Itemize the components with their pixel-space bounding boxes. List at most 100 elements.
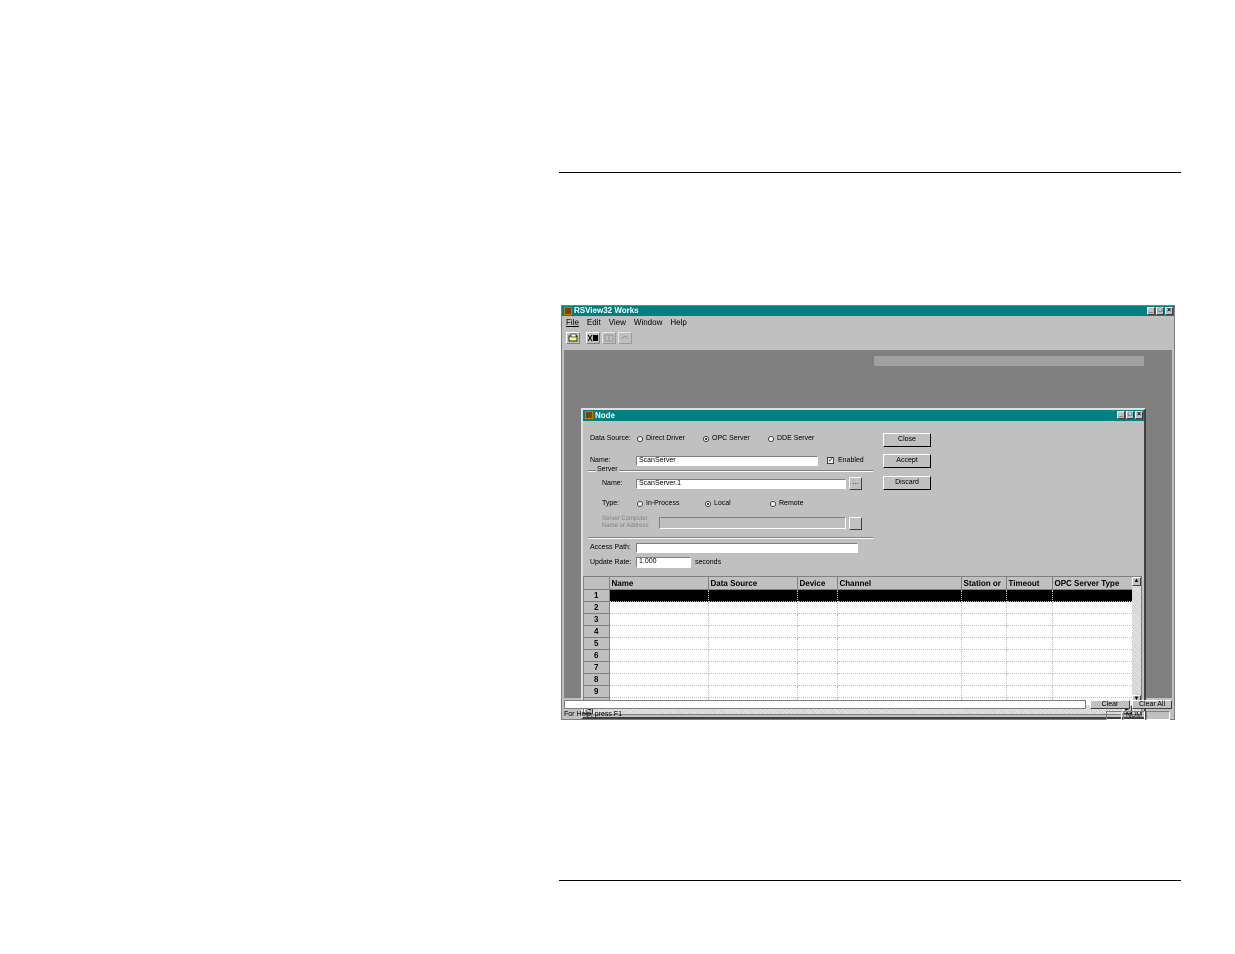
node-title-bar[interactable]: Node _ □ × <box>583 410 1144 421</box>
row-number[interactable]: 6 <box>584 649 610 662</box>
table-row[interactable]: 2 <box>584 601 1138 614</box>
table-row[interactable]: 7 <box>584 661 1138 674</box>
dde-server-label: DDE Server <box>777 435 815 442</box>
close-button[interactable]: Close <box>883 433 931 447</box>
row-number[interactable]: 5 <box>584 637 610 650</box>
main-window-title: RSView32 Works <box>574 306 639 315</box>
node-window: Node _ □ × Data Source: Direct Driver OP… <box>581 408 1146 719</box>
type-label: Type: <box>602 500 620 507</box>
radio-dde-server[interactable] <box>768 436 774 442</box>
server-computer-label-2: Name or Address: <box>602 523 651 529</box>
node-icon <box>585 411 593 419</box>
column-header-device[interactable]: Device <box>797 577 838 590</box>
undo-tool-icon[interactable] <box>618 332 632 344</box>
server-computer-field[interactable] <box>659 517 846 529</box>
enabled-checkbox[interactable]: ✓ <box>827 457 834 464</box>
server-group-top <box>588 470 873 472</box>
app-icon <box>564 307 572 315</box>
row-number[interactable]: 7 <box>584 661 610 674</box>
table-row[interactable]: 9 <box>584 685 1138 698</box>
status-panel-num: NUM <box>1123 711 1145 720</box>
column-header-name[interactable]: Name <box>609 577 709 590</box>
radio-opc-server[interactable] <box>703 436 709 442</box>
menu-bar: File Edit View Window Help <box>566 318 687 327</box>
table-row[interactable]: 8 <box>584 673 1138 686</box>
remote-label: Remote <box>779 500 804 507</box>
discard-button[interactable]: Discard <box>883 476 931 490</box>
status-text: For Help, press F1 <box>564 711 622 718</box>
server-computer-label-1: Server Computer <box>602 516 648 522</box>
radio-remote[interactable] <box>770 501 776 507</box>
update-rate-label: Update Rate: <box>590 559 632 566</box>
row-number[interactable]: 1 <box>584 589 610 602</box>
server-name-browse-button[interactable]: ... <box>849 477 862 490</box>
menu-file[interactable]: File <box>566 318 579 327</box>
minimize-icon[interactable]: _ <box>1147 307 1155 315</box>
top-rule <box>559 172 1181 173</box>
status-panel-1 <box>1106 711 1122 720</box>
grid-tool-icon[interactable] <box>602 332 616 344</box>
row-number[interactable]: 3 <box>584 613 610 626</box>
row-number[interactable]: 4 <box>584 625 610 638</box>
bottom-rule <box>559 880 1181 881</box>
grid-header-row: Name Data Source Device Channel Station … <box>584 577 1138 590</box>
rsview-main-window: RSView32 Works _ □ × File Edit View Wind… <box>561 305 1175 720</box>
main-title-bar[interactable]: RSView32 Works _ □ × <box>562 306 1174 316</box>
node-grid: Name Data Source Device Channel Station … <box>583 576 1142 715</box>
server-group-label: Server <box>596 466 619 473</box>
update-rate-field[interactable]: 1.000 <box>636 557 691 568</box>
grid-vertical-scrollbar[interactable]: ▲ ▼ <box>1132 577 1141 704</box>
row-number[interactable]: 9 <box>584 685 610 698</box>
accept-button[interactable]: Accept <box>883 454 931 468</box>
radio-in-process[interactable] <box>637 501 643 507</box>
name-label: Name: <box>590 457 611 464</box>
access-path-field[interactable] <box>636 543 858 553</box>
table-row[interactable]: 6 <box>584 649 1138 662</box>
grid-corner[interactable] <box>584 577 610 590</box>
toolbar <box>566 332 632 344</box>
opc-server-label: OPC Server <box>712 435 750 442</box>
node-minimize-icon[interactable]: _ <box>1117 411 1125 419</box>
menu-window[interactable]: Window <box>634 318 662 327</box>
clear-button[interactable]: Clear <box>1090 700 1130 709</box>
radio-local[interactable] <box>705 501 711 507</box>
server-computer-browse-button[interactable] <box>849 517 862 530</box>
server-name-label: Name: <box>602 480 623 487</box>
node-maximize-icon[interactable]: □ <box>1126 411 1134 419</box>
table-row[interactable]: 1 <box>584 589 1138 602</box>
in-process-label: In-Process <box>646 500 680 507</box>
menu-edit[interactable]: Edit <box>587 318 601 327</box>
node-title: Node <box>595 411 615 420</box>
status-panel-3 <box>1146 711 1170 720</box>
activity-bar-field <box>564 700 1086 709</box>
data-source-label: Data Source: <box>590 435 631 442</box>
enabled-label: Enabled <box>838 457 864 464</box>
column-header-timeout[interactable]: Timeout <box>1006 577 1053 590</box>
table-row[interactable]: 3 <box>584 613 1138 626</box>
column-header-opc-server-type[interactable]: OPC Server Type <box>1052 577 1138 590</box>
background-project-window[interactable] <box>874 356 1144 366</box>
menu-help[interactable]: Help <box>670 318 686 327</box>
radio-direct-driver[interactable] <box>637 436 643 442</box>
open-folder-icon[interactable] <box>566 332 580 344</box>
access-path-label: Access Path: <box>590 544 631 551</box>
row-number[interactable]: 8 <box>584 673 610 686</box>
update-rate-unit: seconds <box>695 559 722 566</box>
column-header-channel[interactable]: Channel <box>837 577 962 590</box>
close-icon[interactable]: × <box>1165 307 1173 315</box>
server-name-field[interactable]: ScanServer.1 <box>636 479 846 489</box>
node-close-icon[interactable]: × <box>1135 411 1143 419</box>
table-row[interactable]: 4 <box>584 625 1138 638</box>
clear-all-button[interactable]: Clear All <box>1132 700 1172 709</box>
row-number[interactable]: 2 <box>584 601 610 614</box>
server-group-bottom <box>588 537 873 539</box>
x-tool-icon[interactable] <box>586 332 600 344</box>
mdi-client-area: Node _ □ × Data Source: Direct Driver OP… <box>564 350 1172 719</box>
column-header-data-source[interactable]: Data Source <box>708 577 798 590</box>
column-header-station[interactable]: Station or <box>961 577 1007 590</box>
maximize-icon[interactable]: □ <box>1156 307 1164 315</box>
name-field[interactable]: ScanServer <box>636 456 818 466</box>
scroll-up-icon[interactable]: ▲ <box>1132 577 1141 586</box>
menu-view[interactable]: View <box>609 318 626 327</box>
table-row[interactable]: 5 <box>584 637 1138 650</box>
